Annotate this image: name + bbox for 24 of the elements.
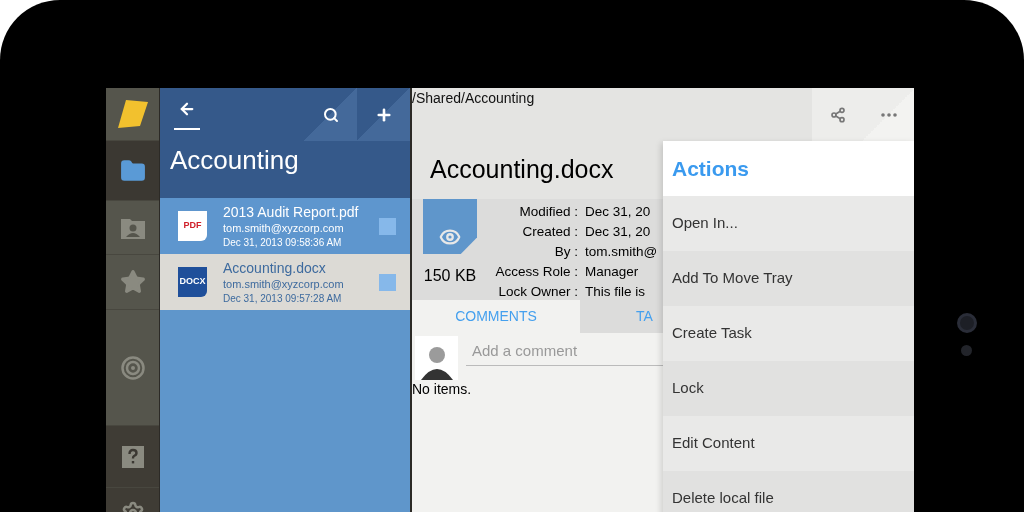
- file-name: Accounting.docx: [223, 259, 327, 277]
- property-label: Modified :: [518, 202, 578, 221]
- property-value: This file is: [585, 282, 645, 301]
- menu-title: Actions: [663, 141, 914, 196]
- file-date: Dec 31, 2013 09:58:36 AM: [223, 235, 343, 249]
- property-value: Dec 31, 20: [585, 222, 651, 241]
- document-title: Accounting.docx: [430, 154, 614, 186]
- property-label: Access Role :: [494, 262, 578, 281]
- folder-path: /Shared/Accounting: [412, 89, 535, 108]
- property-value: Dec 31, 20: [585, 202, 651, 221]
- file-type-icon: PDF: [178, 211, 207, 241]
- file-size: 150 KB: [423, 266, 477, 286]
- property-label: Lock Owner :: [497, 282, 578, 301]
- property-label: Created :: [521, 222, 578, 241]
- file-type-icon: DOCX: [178, 267, 207, 297]
- file-owner: tom.smith@xyzcorp.com: [223, 276, 345, 292]
- file-date: Dec 31, 2013 09:57:28 AM: [223, 291, 343, 305]
- property-value: Manager: [585, 262, 639, 281]
- empty-message: No items.: [412, 380, 472, 398]
- file-owner: tom.smith@xyzcorp.com: [223, 220, 345, 236]
- file-name: 2013 Audit Report.pdf: [223, 203, 360, 221]
- property-label: By :: [553, 242, 578, 261]
- folder-title: Accounting: [169, 144, 300, 176]
- property-value: tom.smith@: [585, 242, 658, 261]
